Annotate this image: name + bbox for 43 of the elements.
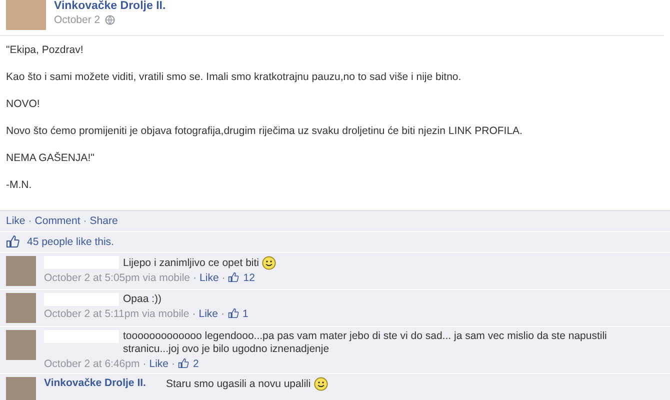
thumbs-up-icon (228, 308, 240, 320)
like-count[interactable]: 2 (193, 358, 199, 370)
post-text: "Ekipa, Pozdrav! (6, 44, 84, 57)
action-link[interactable]: Comment (34, 215, 80, 227)
action-link[interactable]: Share (90, 215, 118, 227)
separator-dot: · (221, 308, 224, 320)
post-text: Novo što ćemo promijeniti je objava fotografija,drugim riječima uz svaku droljetinu će biti njezin LINK PROFILA. (6, 125, 524, 138)
commenter-photo (6, 256, 36, 286)
like-link[interactable]: Like (200, 272, 219, 284)
separator-dot: · (28, 215, 32, 227)
separator-dot: · (142, 358, 146, 370)
separator-dot: · (193, 272, 197, 284)
post-text: NEMA GAŠENJA!" (6, 152, 96, 165)
thumbs-up-icon (6, 235, 21, 249)
commenter-name-link[interactable]: Vinkovačke Drolje II. (44, 377, 146, 390)
globe-icon (105, 15, 116, 25)
profile-photo (6, 0, 46, 30)
like-link[interactable]: Like (149, 358, 168, 370)
thumbs-up-icon (178, 358, 190, 370)
page-name-link[interactable]: Vinkovačke Drolje II. (54, 0, 166, 12)
commenter-photo (6, 377, 36, 400)
comment-text: Opaa :)) (123, 293, 162, 306)
comment-text: tooooooooooooo legendooo...pa pas vam mater jebo di ste vi do sad... ja sam vec mislio da ste napustili stranicu...joj ovo je bilo ugodno iznenadjenje (123, 330, 608, 356)
via-mobile: via mobile (142, 308, 190, 320)
post-date[interactable]: October 2 (54, 14, 100, 26)
commenter-photo (6, 330, 36, 360)
thumbs-up-icon (228, 272, 240, 284)
post-text: Kao što i sami možete viditi, vratili smo se. Imali smo kratkotrajnu pauzu,no to sad više i nije bitno. (6, 71, 462, 84)
like-count[interactable]: 1 (242, 308, 248, 320)
comment-text: Lijepo i zanimljivo ce opet biti (123, 256, 276, 270)
post-text: -M.N. (6, 179, 33, 192)
separator-dot: · (222, 272, 226, 284)
likes-summary[interactable]: 45 people like this. (27, 236, 114, 248)
like-link[interactable]: Like (198, 308, 218, 320)
via-mobile: via mobile (142, 272, 190, 284)
like-count[interactable]: 12 (243, 272, 255, 284)
separator-dot: · (172, 358, 175, 370)
separator-dot: · (83, 215, 87, 227)
commenter-photo (6, 293, 36, 323)
post-text: NOVO! (6, 98, 41, 111)
separator-dot: · (192, 308, 196, 320)
action-link[interactable]: Like (6, 215, 26, 227)
comment-text: Staru smo ugasili a novu upalili (166, 377, 328, 391)
